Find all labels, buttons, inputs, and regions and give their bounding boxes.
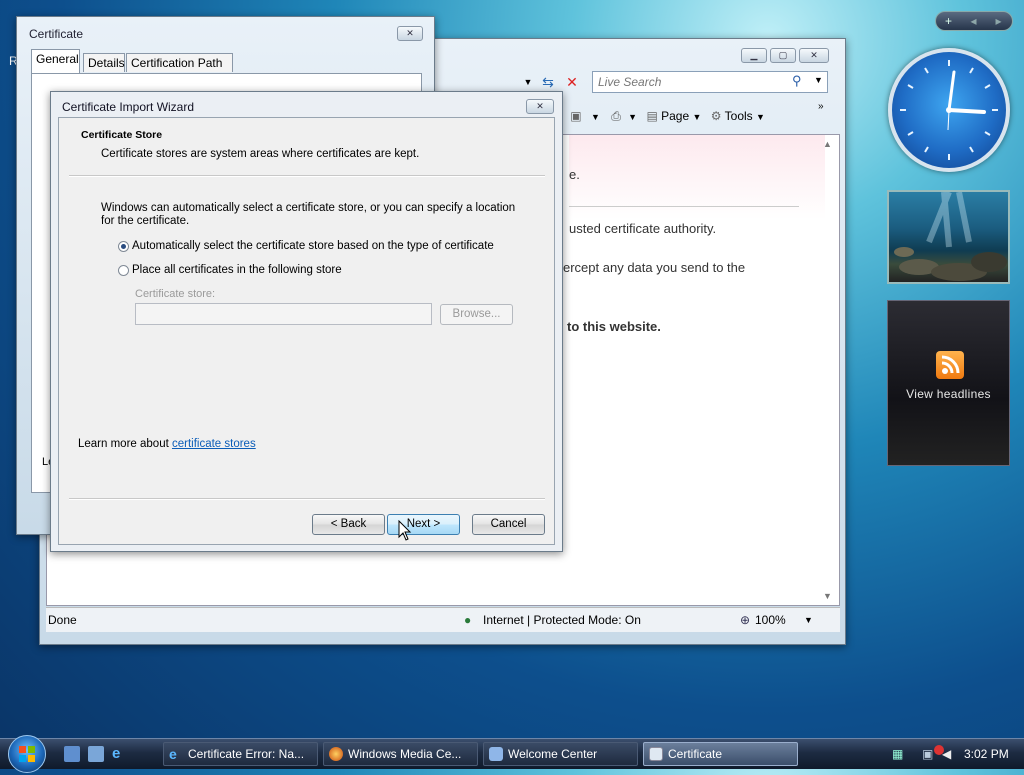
wizard-content: Certificate Store Certificate stores are…: [58, 117, 555, 545]
feeds-dropdown-icon[interactable]: ▼: [591, 112, 600, 122]
refresh-icon[interactable]: ⇆: [538, 72, 558, 92]
clock-text[interactable]: 3:02 PM: [964, 739, 1009, 769]
address-dropdown-icon[interactable]: ▼: [518, 72, 538, 92]
taskbar-item-welcome-center[interactable]: Welcome Center: [483, 742, 638, 766]
wizard-title: Certificate Import Wizard: [62, 100, 195, 114]
page-icon: ▤: [646, 109, 658, 123]
volume-muted-icon[interactable]: ◀: [942, 739, 951, 769]
print-icon[interactable]: ⎙: [611, 109, 621, 123]
close-button[interactable]: ✕: [799, 48, 829, 63]
content-divider: [569, 206, 799, 207]
underwater-photo-icon: [894, 192, 1007, 281]
status-bar: Done ● Internet | Protected Mode: On ⊕ 1…: [46, 607, 840, 632]
tab-certification-path[interactable]: Certification Path: [126, 53, 233, 72]
search-options-icon[interactable]: ▼: [814, 75, 823, 85]
zoom-icon: ⊕: [740, 613, 751, 627]
tab-general[interactable]: General: [31, 49, 80, 73]
back-button[interactable]: < Back: [312, 514, 385, 535]
zoom-level[interactable]: 100%: [755, 608, 786, 632]
minimize-button[interactable]: ▁: [741, 48, 767, 63]
taskbar: e e Certificate Error: Na... Windows Med…: [0, 735, 1024, 773]
certificate-close-button[interactable]: ✕: [397, 26, 423, 41]
taskbar-item-label: Welcome Center: [508, 747, 598, 761]
feeds-icon[interactable]: ▣: [570, 109, 581, 123]
certificate-icon: [649, 747, 663, 761]
print-dropdown-icon[interactable]: ▼: [628, 112, 637, 122]
chevron-right-icon[interactable]: »: [818, 101, 824, 112]
content-line-1: e.: [569, 167, 580, 182]
taskbar-item-label: Certificate Error: Na...: [188, 747, 305, 761]
taskbar-item-label: Certificate: [668, 747, 723, 761]
wizard-header-title: Certificate Store: [81, 129, 163, 141]
start-button[interactable]: [8, 735, 46, 773]
manual-store-radio[interactable]: [118, 265, 129, 276]
globe-icon: ●: [464, 613, 472, 627]
system-tray: ▦ ▣ ◀ 3:02 PM: [886, 739, 1024, 769]
taskbar-item-label: Windows Media Ce...: [348, 747, 462, 761]
browse-button[interactable]: Browse...: [440, 304, 513, 325]
content-line-3: ercept any data you send to the: [563, 260, 746, 275]
page-menu[interactable]: Page: [661, 109, 689, 123]
wizard-close-button[interactable]: ✕: [526, 99, 554, 114]
search-icon[interactable]: ⚲: [792, 73, 802, 89]
import-wizard-dialog: Certificate Import Wizard ✕ Certificate …: [50, 91, 563, 552]
stop-icon[interactable]: ✕: [562, 72, 582, 92]
network-icon[interactable]: ▦: [892, 739, 903, 769]
clock-face-icon: [900, 60, 998, 160]
learn-more-text: Learn more about certificate stores: [78, 438, 256, 450]
mouse-pointer-icon: [398, 519, 412, 545]
header-separator: [69, 175, 545, 177]
security-zone[interactable]: Internet | Protected Mode: On: [483, 608, 641, 632]
ie-icon: e: [169, 746, 177, 762]
taskbar-item-media-center[interactable]: Windows Media Ce...: [323, 742, 478, 766]
switch-windows-icon[interactable]: [88, 746, 104, 762]
show-desktop-icon[interactable]: [64, 746, 80, 762]
windows-update-icon[interactable]: ▣: [922, 739, 933, 769]
manual-store-label[interactable]: Place all certificates in the following …: [132, 264, 342, 276]
taskbar-item-certificate[interactable]: Certificate: [643, 742, 798, 766]
content-line-2: usted certificate authority.: [569, 221, 717, 236]
auto-select-label[interactable]: Automatically select the certificate sto…: [132, 240, 494, 252]
tools-dropdown-icon[interactable]: ▼: [756, 112, 765, 122]
learn-more-prefix: Learn more about: [78, 438, 172, 450]
page-dropdown-icon[interactable]: ▼: [693, 112, 702, 122]
wizard-description: Windows can automatically select a certi…: [101, 202, 516, 227]
add-gadget-button[interactable]: +: [936, 12, 961, 30]
certificate-window-title: Certificate: [29, 27, 84, 41]
scroll-down-icon[interactable]: ▼: [823, 591, 832, 601]
previous-gadgets-button[interactable]: ◂: [961, 12, 986, 30]
slideshow-gadget[interactable]: [887, 190, 1010, 284]
tab-details[interactable]: Details: [83, 53, 125, 72]
clock-gadget[interactable]: [888, 48, 1010, 172]
rss-icon: [936, 351, 964, 379]
footer-separator: [69, 498, 545, 500]
taskbar-item-ie[interactable]: e Certificate Error: Na...: [163, 742, 318, 766]
next-gadgets-button[interactable]: ▸: [986, 12, 1011, 30]
content-line-4[interactable]: to this website.: [567, 319, 661, 334]
maximize-button[interactable]: ▢: [770, 48, 796, 63]
command-bar: ▼ ▣ ▼ ⎙ ▼ ▤ Page ▼ ⚙ Tools ▼: [550, 103, 830, 129]
certificate-store-field[interactable]: [135, 303, 432, 325]
internet-explorer-icon[interactable]: e: [112, 746, 128, 762]
status-text: Done: [48, 613, 77, 627]
media-center-icon: [329, 747, 343, 761]
certificate-stores-link[interactable]: certificate stores: [172, 438, 256, 450]
gear-icon: ⚙: [710, 109, 722, 123]
auto-select-radio[interactable]: [118, 241, 129, 252]
scroll-up-icon[interactable]: ▲: [823, 139, 832, 149]
zoom-dropdown-icon[interactable]: ▼: [804, 608, 813, 632]
welcome-center-icon: [489, 747, 503, 761]
cancel-button[interactable]: Cancel: [472, 514, 545, 535]
feed-headlines-gadget[interactable]: View headlines: [887, 300, 1010, 466]
tools-menu[interactable]: Tools: [725, 109, 753, 123]
wizard-header-subtitle: Certificate stores are system areas wher…: [101, 148, 420, 160]
windows-logo-icon: [19, 746, 35, 762]
view-headlines-link[interactable]: View headlines: [888, 387, 1009, 401]
certificate-store-label: Certificate store:: [135, 288, 216, 300]
sidebar-controls[interactable]: + ◂ ▸: [935, 11, 1013, 31]
